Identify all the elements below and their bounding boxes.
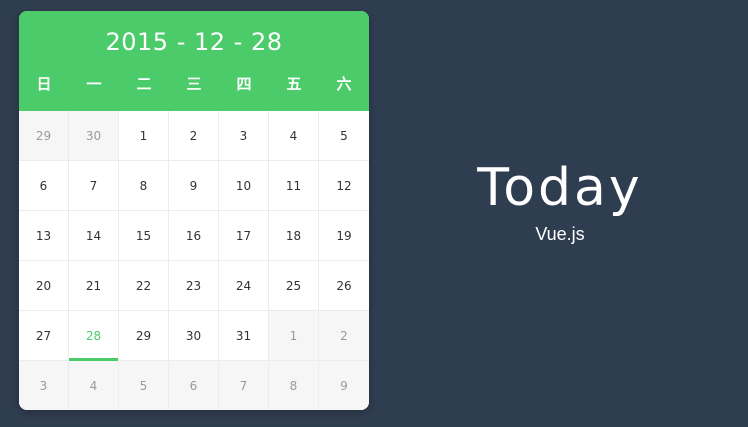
calendar-day[interactable]: 16 (169, 211, 219, 261)
calendar-day[interactable]: 31 (219, 311, 269, 361)
calendar-day-other-month[interactable]: 30 (69, 111, 119, 161)
calendar-day[interactable]: 23 (169, 261, 219, 311)
calendar-day[interactable]: 1 (119, 111, 169, 161)
calendar-day[interactable]: 21 (69, 261, 119, 311)
calendar-header: 2015 - 12 - 28 日 一 二 三 四 五 六 (19, 11, 369, 111)
calendar-day-other-month[interactable]: 1 (269, 311, 319, 361)
weekday-sunday: 日 (36, 75, 52, 93)
calendar-day[interactable]: 12 (319, 161, 369, 211)
calendar-day[interactable]: 18 (269, 211, 319, 261)
weekday-header-row: 日 一 二 三 四 五 六 (19, 71, 369, 111)
calendar-day[interactable]: 24 (219, 261, 269, 311)
calendar-day[interactable]: 6 (19, 161, 69, 211)
calendar-day[interactable]: 15 (119, 211, 169, 261)
brand-title: Today (477, 158, 643, 218)
calendar-day-other-month[interactable]: 4 (69, 361, 119, 410)
weekday-tuesday: 二 (136, 75, 152, 93)
calendar-day-other-month[interactable]: 5 (119, 361, 169, 410)
calendar-day-other-month[interactable]: 3 (19, 361, 69, 410)
calendar-day[interactable]: 3 (219, 111, 269, 161)
calendar-day[interactable]: 11 (269, 161, 319, 211)
calendar-day[interactable]: 10 (219, 161, 269, 211)
calendar-day-other-month[interactable]: 9 (319, 361, 369, 410)
weekday-monday: 一 (86, 75, 102, 93)
calendar-day[interactable]: 27 (19, 311, 69, 361)
calendar-day[interactable]: 2 (169, 111, 219, 161)
selected-date-label: 2015 - 12 - 28 (105, 28, 283, 56)
calendar-day[interactable]: 4 (269, 111, 319, 161)
calendar-day[interactable]: 17 (219, 211, 269, 261)
weekday-friday: 五 (286, 75, 302, 93)
calendar-day-today[interactable]: 28 (69, 311, 119, 361)
weekday-wednesday: 三 (186, 75, 202, 93)
calendar-day-other-month[interactable]: 8 (269, 361, 319, 410)
calendar-day[interactable]: 19 (319, 211, 369, 261)
calendar-day[interactable]: 8 (119, 161, 169, 211)
calendar-day[interactable]: 30 (169, 311, 219, 361)
calendar-day[interactable]: 14 (69, 211, 119, 261)
calendar-day-other-month[interactable]: 2 (319, 311, 369, 361)
calendar-day-other-month[interactable]: 6 (169, 361, 219, 410)
brand-subtitle: Vue.js (535, 224, 585, 244)
calendar-day[interactable]: 9 (169, 161, 219, 211)
day-grid: 29 30 1 2 3 4 5 6 7 8 9 10 11 12 13 14 15 16 17 18 19 20 21 22 2… (19, 111, 369, 410)
calendar-day[interactable]: 13 (19, 211, 69, 261)
calendar-day[interactable]: 7 (69, 161, 119, 211)
brand-block: Today Vue.js (440, 155, 680, 247)
calendar-day-other-month[interactable]: 29 (19, 111, 69, 161)
weekday-thursday: 四 (236, 75, 252, 93)
calendar-day[interactable]: 25 (269, 261, 319, 311)
calendar-day[interactable]: 22 (119, 261, 169, 311)
calendar-day[interactable]: 20 (19, 261, 69, 311)
weekday-saturday: 六 (336, 75, 352, 93)
calendar-day[interactable]: 29 (119, 311, 169, 361)
calendar-widget: 2015 - 12 - 28 日 一 二 三 四 五 六 29 30 1 2 3 4 5 6 7… (19, 11, 369, 410)
calendar-day[interactable]: 5 (319, 111, 369, 161)
calendar-day[interactable]: 26 (319, 261, 369, 311)
calendar-day-other-month[interactable]: 7 (219, 361, 269, 410)
